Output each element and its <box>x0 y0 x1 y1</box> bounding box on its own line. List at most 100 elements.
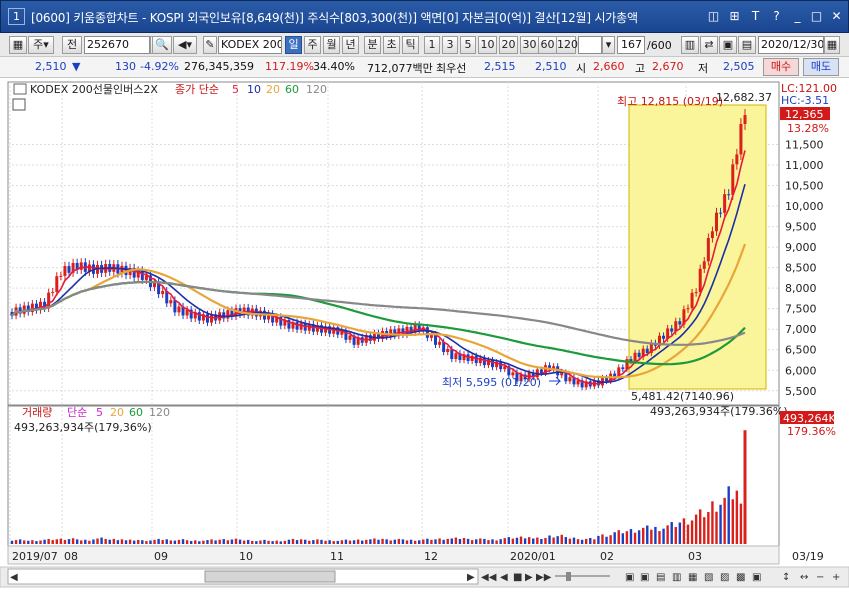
vma120-label: 120 <box>149 406 170 419</box>
custom-step-input[interactable] <box>578 36 602 54</box>
interval-day[interactable]: 일 <box>285 36 302 54</box>
sell-button[interactable]: 매도 <box>803 58 839 76</box>
step-1[interactable]: 1 <box>424 36 440 54</box>
interval-month[interactable]: 월 <box>323 36 340 54</box>
prev-icon[interactable]: ◀ <box>500 572 508 583</box>
date-input[interactable]: 2020/12/30 <box>758 36 824 54</box>
calendar-icon[interactable]: ▤ <box>738 36 756 54</box>
volume-bar <box>731 499 734 544</box>
chart-area[interactable]: KODEX 200선물인버스2X 종가 단순 5 10 20 60 120 거래… <box>0 79 849 594</box>
help-icon[interactable]: ? <box>769 9 784 24</box>
volume-bar <box>723 497 726 544</box>
tool-icon[interactable]: ▣ <box>752 572 761 583</box>
maximize-button[interactable]: □ <box>809 9 824 24</box>
grid-icon[interactable]: ⊞ <box>727 9 742 24</box>
minimize-button[interactable]: _ <box>790 9 805 24</box>
first-page-icon[interactable]: ◀◀ <box>481 572 497 583</box>
step-20[interactable]: 20 <box>499 36 518 54</box>
edit-icon[interactable]: ✎ <box>203 36 217 54</box>
volume-bar <box>503 538 506 544</box>
layout-icon[interactable]: ▦ <box>9 36 27 54</box>
scroll-right-icon[interactable]: ▶ <box>467 572 475 583</box>
calendar-icon[interactable]: ▦ <box>824 36 840 54</box>
interval-minute[interactable]: 분 <box>364 36 381 54</box>
volume-bar <box>263 539 266 544</box>
zoom-slider-handle[interactable] <box>566 572 571 581</box>
buy-button[interactable]: 매수 <box>763 58 799 76</box>
layout-icon[interactable]: ◫ <box>706 9 721 24</box>
chevron-down-icon[interactable]: ▾ <box>602 36 615 54</box>
tool-icon[interactable]: ▧ <box>704 572 713 583</box>
last-page-icon[interactable]: ▶▶ <box>536 572 552 583</box>
tool-icon[interactable]: ▩ <box>736 572 745 583</box>
compare-icon[interactable]: ⇄ <box>700 36 718 54</box>
volume-bar <box>51 540 54 544</box>
period-select[interactable]: 주▾ <box>28 36 54 54</box>
step-120[interactable]: 120 <box>556 36 578 54</box>
ma20-label: 20 <box>266 83 280 96</box>
interval-tick[interactable]: 틱 <box>402 36 419 54</box>
tool-icon[interactable]: ▨ <box>720 572 729 583</box>
count-input[interactable]: 167 <box>617 36 645 54</box>
volume-bar <box>14 540 18 544</box>
scroll-left-icon[interactable]: ◀ <box>10 572 18 583</box>
close-button[interactable]: ✕ <box>829 9 844 24</box>
volume-bar <box>682 518 686 544</box>
volume-bar <box>344 539 348 544</box>
volume-bar <box>88 540 91 544</box>
interval-week[interactable]: 주 <box>304 36 321 54</box>
save-icon[interactable]: ▣ <box>719 36 737 54</box>
plus-icon[interactable]: + <box>832 572 840 583</box>
step-60[interactable]: 60 <box>538 36 557 54</box>
tool-icon[interactable]: ▥ <box>672 572 681 583</box>
speaker-icon[interactable]: ◀▾ <box>173 36 197 54</box>
interval-second[interactable]: 초 <box>383 36 400 54</box>
step-10[interactable]: 10 <box>478 36 497 54</box>
volume-bar <box>153 539 156 544</box>
market-select[interactable]: 전 <box>62 36 82 54</box>
price-legend-kind: 종가 단순 <box>175 83 219 96</box>
vma60-label: 60 <box>129 406 143 419</box>
zoom-reset-icon[interactable]: ↔ <box>800 572 808 583</box>
step-30[interactable]: 30 <box>520 36 539 54</box>
chart-type-icon[interactable]: ▥ <box>681 36 699 54</box>
volume-bar <box>511 538 515 544</box>
next-icon[interactable]: ▶ <box>525 572 533 583</box>
window-number: 1 <box>8 8 25 25</box>
step-5[interactable]: 5 <box>460 36 476 54</box>
volume-bar <box>560 534 563 544</box>
volume-bar <box>613 532 616 544</box>
price-tick-label: 11,500 <box>785 138 824 151</box>
scrollbar-thumb[interactable] <box>204 570 336 583</box>
volume-bar <box>666 525 669 544</box>
tool-icon[interactable]: ▣ <box>625 572 634 583</box>
candle-body <box>710 231 714 239</box>
volume-bar <box>308 540 311 544</box>
price-tick-label: 5,500 <box>785 385 817 398</box>
volume-bar <box>234 538 238 544</box>
ma60-label: 60 <box>285 83 299 96</box>
volume-bar <box>544 538 547 544</box>
volume-bar <box>47 538 50 544</box>
tool-icon[interactable]: ▤ <box>656 572 665 583</box>
x-axis-right-label: 03/19 <box>792 550 824 563</box>
volume-legend-name: 거래량 <box>22 406 52 419</box>
interval-year[interactable]: 년 <box>342 36 359 54</box>
search-icon[interactable]: 🔍 <box>152 36 172 54</box>
candle-body <box>662 335 666 339</box>
x-axis-label: 03 <box>688 550 702 563</box>
code-input[interactable]: 252670 <box>84 36 150 54</box>
tool-icon[interactable]: ▣ <box>640 572 649 583</box>
name-input[interactable]: KODEX 200선 <box>218 36 282 54</box>
volume-bar <box>267 540 270 544</box>
tool-icon[interactable]: ▦ <box>688 572 697 583</box>
text-icon[interactable]: T <box>748 9 763 24</box>
volume-bar <box>312 540 315 544</box>
minus-icon[interactable]: − <box>816 572 824 583</box>
volume-bar <box>735 490 739 544</box>
step-3[interactable]: 3 <box>442 36 458 54</box>
stop-icon[interactable]: ■ <box>513 572 522 583</box>
zoom-in-icon[interactable]: ↕ <box>782 572 790 583</box>
price-tick-label: 9,000 <box>785 241 817 254</box>
volume-bar <box>462 538 466 544</box>
